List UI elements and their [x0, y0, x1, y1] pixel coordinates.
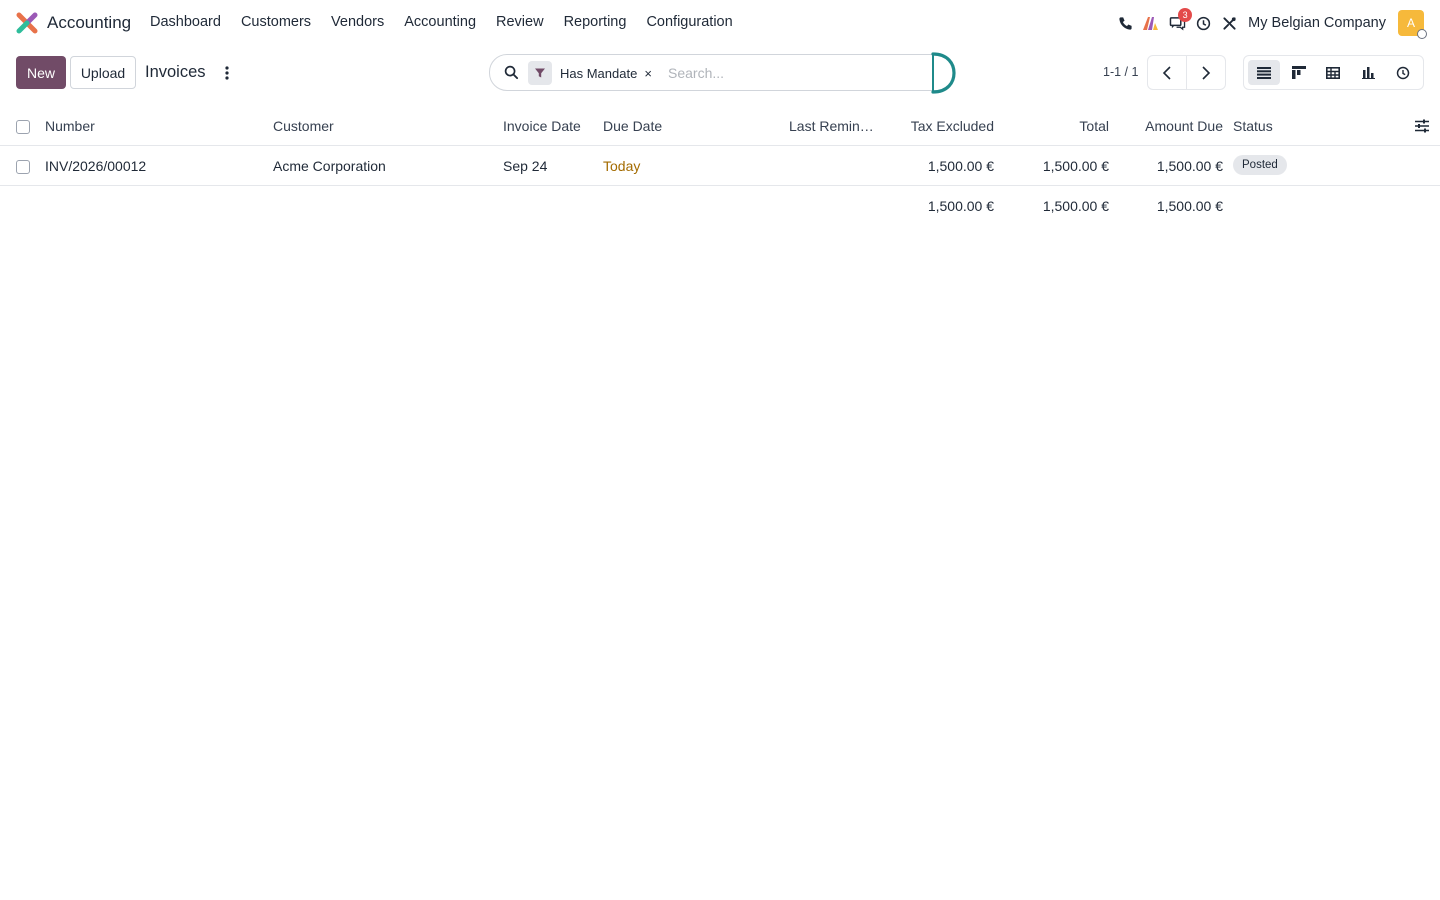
phone-icon[interactable] — [1112, 10, 1138, 36]
column-tax-excluded[interactable]: Tax Excluded — [911, 118, 994, 134]
table-header: Number Customer Invoice Date Due Date La… — [0, 106, 1440, 146]
column-status[interactable]: Status — [1233, 118, 1273, 134]
top-navbar: Accounting Dashboard Customers Vendors A… — [0, 0, 1440, 46]
total-tax-excluded: 1,500.00 € — [927, 198, 994, 214]
invoice-list: Number Customer Invoice Date Due Date La… — [0, 106, 1440, 224]
presence-status-icon — [1417, 29, 1427, 39]
menu-review[interactable]: Review — [496, 14, 544, 30]
totals-row: 1,500.00 € 1,500.00 € 1,500.00 € — [0, 186, 1440, 224]
menu-accounting[interactable]: Accounting — [404, 14, 476, 30]
cell-due-date: Today — [603, 158, 641, 174]
cell-invoice-date: Sep 24 — [503, 158, 548, 174]
list-view-icon — [1256, 66, 1271, 79]
search-options-toggle-icon[interactable] — [930, 50, 958, 96]
remove-facet-icon[interactable]: × — [644, 66, 652, 81]
pivot-view-button[interactable] — [1318, 60, 1350, 85]
ai-assistant-icon[interactable] — [1138, 10, 1164, 36]
column-invoice-date[interactable]: Invoice Date — [503, 118, 581, 134]
company-switcher[interactable]: My Belgian Company — [1248, 15, 1386, 31]
pivot-table-icon — [1326, 66, 1341, 79]
pager-next-button[interactable] — [1186, 56, 1225, 89]
menu-customers[interactable]: Customers — [241, 14, 311, 30]
upload-button[interactable]: Upload — [70, 56, 136, 89]
main-menu: Dashboard Customers Vendors Accounting R… — [150, 14, 753, 30]
bar-chart-icon — [1361, 66, 1375, 79]
accounting-app-icon[interactable] — [16, 12, 38, 34]
menu-vendors[interactable]: Vendors — [331, 14, 384, 30]
kanban-view-icon — [1291, 66, 1306, 79]
cell-tax-excluded: 1,500.00 € — [927, 158, 994, 174]
total-total: 1,500.00 € — [1042, 198, 1109, 214]
pager-value[interactable]: 1-1 / 1 — [1103, 65, 1138, 79]
debug-tools-icon[interactable] — [1216, 10, 1242, 36]
control-panel: New Upload Invoices Has Mandate × 1-1 / … — [0, 46, 1440, 100]
optional-columns-icon[interactable] — [1414, 119, 1430, 133]
chevron-left-icon — [1162, 65, 1171, 80]
column-number[interactable]: Number — [45, 118, 95, 134]
cell-total: 1,500.00 € — [1042, 158, 1109, 174]
page-title: Invoices — [145, 63, 206, 81]
column-last-reminder[interactable]: Last Remin… — [789, 118, 874, 134]
menu-reporting[interactable]: Reporting — [564, 14, 627, 30]
activity-clock-icon[interactable] — [1190, 10, 1216, 36]
app-name[interactable]: Accounting — [47, 13, 131, 33]
activity-view-button[interactable] — [1387, 60, 1419, 85]
view-switcher — [1243, 55, 1424, 90]
total-amount-due: 1,500.00 € — [1156, 198, 1223, 214]
filter-icon — [528, 61, 552, 85]
avatar-initial: A — [1406, 16, 1415, 30]
pager-buttons — [1147, 55, 1226, 90]
clock-icon — [1396, 66, 1410, 79]
systray: 3 My Belgian Company A — [1112, 8, 1427, 39]
list-view-button[interactable] — [1248, 60, 1280, 85]
column-total[interactable]: Total — [1079, 118, 1109, 134]
select-all-checkbox[interactable] — [16, 120, 30, 134]
column-due-date[interactable]: Due Date — [603, 118, 662, 134]
cell-number: INV/2026/00012 — [45, 158, 147, 174]
new-button[interactable]: New — [16, 56, 66, 89]
search-facet: Has Mandate × — [528, 61, 652, 85]
facet-label: Has Mandate — [560, 65, 638, 81]
column-amount-due[interactable]: Amount Due — [1145, 118, 1223, 134]
column-customer[interactable]: Customer — [273, 118, 334, 134]
menu-configuration[interactable]: Configuration — [646, 14, 732, 30]
row-checkbox[interactable] — [16, 160, 30, 174]
messages-icon[interactable]: 3 — [1164, 8, 1193, 36]
graph-view-button[interactable] — [1352, 60, 1384, 85]
kanban-view-button[interactable] — [1283, 60, 1315, 85]
chevron-right-icon — [1202, 65, 1211, 80]
menu-dashboard[interactable]: Dashboard — [150, 14, 221, 30]
cell-amount-due: 1,500.00 € — [1156, 158, 1223, 174]
user-avatar[interactable]: A — [1398, 10, 1427, 39]
pager-previous-button[interactable] — [1148, 56, 1186, 89]
search-icon[interactable] — [504, 65, 519, 80]
actions-menu-icon[interactable] — [220, 63, 234, 83]
table-row[interactable]: INV/2026/00012 Acme Corporation Sep 24 T… — [0, 146, 1440, 186]
search-input[interactable] — [668, 63, 928, 83]
status-badge: Posted — [1233, 155, 1287, 175]
cell-customer: Acme Corporation — [273, 158, 386, 174]
